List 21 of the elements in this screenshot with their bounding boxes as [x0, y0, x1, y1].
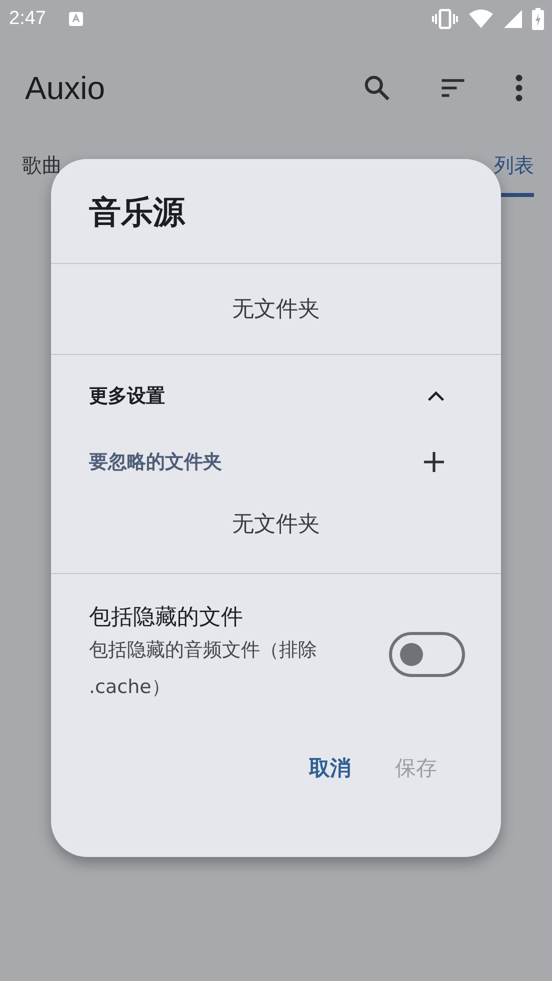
battery-icon — [532, 8, 544, 30]
signal-icon — [504, 10, 522, 28]
chevron-icon[interactable] — [427, 390, 445, 402]
dialog-title: 音乐源 — [88, 192, 186, 233]
wifi-icon — [468, 9, 494, 29]
search-icon[interactable] — [362, 73, 392, 103]
excluded-folders-label: 要忽略的文件夹 — [89, 450, 222, 475]
app-title: Auxio — [25, 70, 106, 106]
notification-icon — [68, 11, 84, 27]
section-header: 更多设置 — [89, 384, 165, 409]
toggle-switch[interactable] — [389, 632, 465, 676]
tab[interactable]: 歌曲 — [22, 138, 62, 197]
empty-folders-text: 无文件夹 — [231, 511, 321, 539]
setting-title: 包括隐藏的文件 — [89, 604, 244, 632]
dialog-button[interactable]: 取消 — [309, 746, 351, 790]
more-options-icon[interactable] — [514, 73, 524, 103]
empty-folders-text: 无文件夹 — [231, 296, 321, 324]
add-icon[interactable] — [423, 451, 445, 473]
setting-description: 包括隐藏的音频文件（排除 .cache） — [89, 638, 318, 700]
status-time: 2:47 — [9, 8, 46, 30]
vibrate-icon — [432, 9, 458, 29]
